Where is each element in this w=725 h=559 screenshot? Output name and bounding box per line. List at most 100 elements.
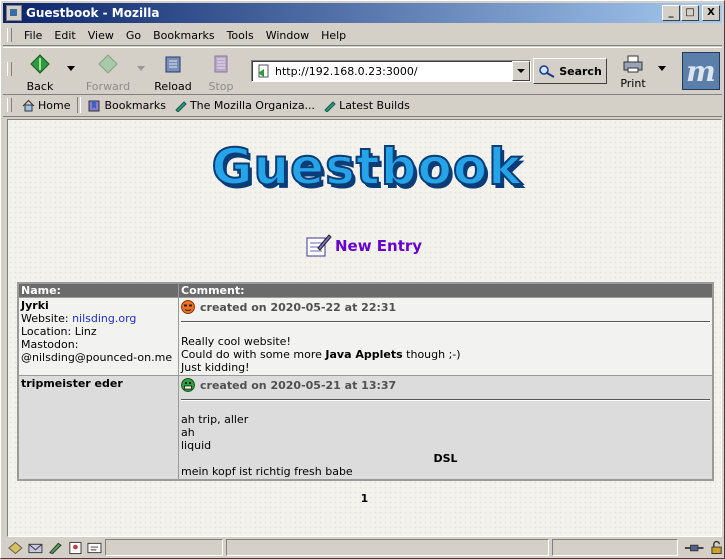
bookmark-home-label: Home [38, 98, 71, 112]
forward-history-dropdown[interactable] [137, 66, 145, 71]
bookmark-page-icon [175, 100, 187, 112]
bookmark-mozilla-org[interactable]: The Mozilla Organiza... [170, 99, 319, 112]
comment-line: liquid [181, 439, 212, 452]
mozilla-logo[interactable]: m [682, 52, 720, 90]
bookmark-home[interactable]: Home [18, 99, 74, 112]
navigator-icon[interactable] [8, 541, 23, 555]
security-lock-icon[interactable] [711, 540, 722, 555]
bookmarks-icon [88, 100, 100, 111]
back-button[interactable]: Back [18, 51, 62, 93]
menu-go[interactable]: Go [120, 29, 147, 42]
divider [181, 399, 710, 401]
bookmark-bookmarks[interactable]: Bookmarks [84, 99, 169, 112]
pagination-page-1[interactable]: 1 [8, 492, 721, 505]
author-website: Website: nilsding.org [21, 312, 176, 325]
address-book-icon[interactable] [68, 541, 83, 555]
window-controls: _ □ X [661, 5, 720, 21]
comment-line: Just kidding! [181, 361, 250, 374]
menu-tools[interactable]: Tools [221, 29, 260, 42]
entry-date: created on 2020-05-21 at 13:37 [200, 378, 397, 392]
mozilla-window-icon [6, 5, 22, 21]
reload-label: Reload [154, 80, 192, 93]
menu-file[interactable]: File [18, 29, 48, 42]
url-input[interactable] [275, 64, 505, 78]
menu-window[interactable]: Window [260, 29, 315, 42]
printer-icon [623, 55, 643, 73]
home-icon [22, 99, 35, 111]
entry-meta: created on 2020-05-21 at 13:37 [181, 377, 710, 393]
chat-icon[interactable] [87, 541, 102, 555]
back-history-dropdown[interactable] [67, 66, 75, 71]
new-entry-label[interactable]: New Entry [335, 237, 422, 255]
forward-arrow-icon [98, 54, 118, 74]
close-button[interactable]: X [702, 5, 720, 21]
stop-icon [214, 55, 228, 73]
notepad-pen-icon [306, 234, 332, 257]
bookmark-page-icon [324, 100, 336, 112]
menu-edit[interactable]: Edit [48, 29, 81, 42]
status-text-panel [226, 539, 549, 556]
status-panel [105, 539, 224, 556]
comment-bold-text: Java Applets [325, 348, 403, 361]
table-header-row: Name: Comment: [17, 282, 714, 298]
back-label: Back [26, 80, 54, 93]
bookmark-mozilla-org-label: The Mozilla Organiza... [189, 98, 316, 112]
table-row: Jyrki Website: nilsding.org Location: Li… [17, 297, 714, 376]
toolbar-separator [77, 97, 82, 113]
print-dropdown[interactable] [658, 66, 666, 71]
cool-smiley-icon [181, 300, 195, 314]
toolbar-grip[interactable] [7, 98, 12, 112]
entry-author-cell: tripmeister eder [17, 375, 179, 481]
guestbook-table: Name: Comment: Jyrki Website: nilsding.o… [17, 282, 714, 481]
comment-column-header: Comment: [178, 282, 714, 298]
search-button[interactable]: Search [533, 58, 607, 84]
toolbar-grip[interactable] [7, 28, 12, 42]
mail-icon[interactable] [28, 541, 43, 555]
divider [181, 321, 710, 323]
comment-centered-line: DSL [433, 452, 458, 465]
bookmark-latest-builds[interactable]: Latest Builds [319, 99, 414, 112]
comment-line: ah trip, aller [181, 413, 249, 426]
url-history-dropdown[interactable] [512, 61, 530, 81]
comment-line: Could do with some more Java Applets tho… [181, 348, 710, 361]
toolbar-grip[interactable] [7, 62, 12, 76]
online-plug-icon[interactable] [684, 542, 704, 554]
url-bar[interactable] [251, 60, 531, 82]
reload-button[interactable]: Reload [151, 51, 195, 93]
new-entry-link[interactable]: New Entry [304, 232, 422, 260]
author-location: Location: Linz [21, 325, 97, 338]
author-name: Jyrki [21, 299, 49, 312]
entry-meta: created on 2020-05-22 at 22:31 [181, 299, 710, 315]
navigation-toolbar: Back Forward Reload Stop Search Print [3, 47, 722, 95]
comment-text: Could do with some more [181, 348, 326, 361]
page-icon [258, 64, 269, 78]
maximize-button[interactable]: □ [681, 5, 699, 21]
website-link[interactable]: nilsding.org [72, 312, 136, 325]
title-bar: Guestbook - Mozilla _ □ X [3, 3, 722, 23]
search-label: Search [559, 64, 602, 78]
comment-text: though ;-) [402, 348, 461, 361]
menu-bookmarks[interactable]: Bookmarks [147, 29, 220, 42]
menu-help[interactable]: Help [315, 29, 352, 42]
status-bar [3, 538, 722, 557]
composer-icon[interactable] [48, 541, 63, 555]
print-label: Print [620, 77, 646, 90]
forward-label: Forward [85, 80, 131, 93]
menu-bar: File Edit View Go Bookmarks Tools Window… [3, 25, 722, 46]
minimize-button[interactable]: _ [662, 5, 680, 21]
page-content: Guestbook New Entry Name: Comment: Jyrki… [7, 119, 722, 537]
comment-line: ah [181, 426, 195, 439]
forward-button[interactable]: Forward [83, 51, 133, 93]
stop-button[interactable]: Stop [199, 51, 243, 93]
name-column-header: Name: [17, 282, 179, 298]
comment-line: Really cool website! [181, 335, 291, 348]
comment-line: mein kopf ist richtig fresh babe [181, 465, 353, 478]
back-arrow-icon [30, 54, 50, 74]
print-button[interactable]: Print [615, 51, 651, 91]
entry-comment-cell: created on 2020-05-22 at 22:31 Really co… [178, 297, 714, 376]
bookmark-bookmarks-label: Bookmarks [104, 98, 166, 112]
progress-panel [551, 539, 679, 556]
bookmarks-toolbar: Home Bookmarks The Mozilla Organiza... L… [3, 94, 722, 117]
mastodon-handle: @nilsding@pounced-on.me [21, 351, 173, 364]
menu-view[interactable]: View [82, 29, 120, 42]
